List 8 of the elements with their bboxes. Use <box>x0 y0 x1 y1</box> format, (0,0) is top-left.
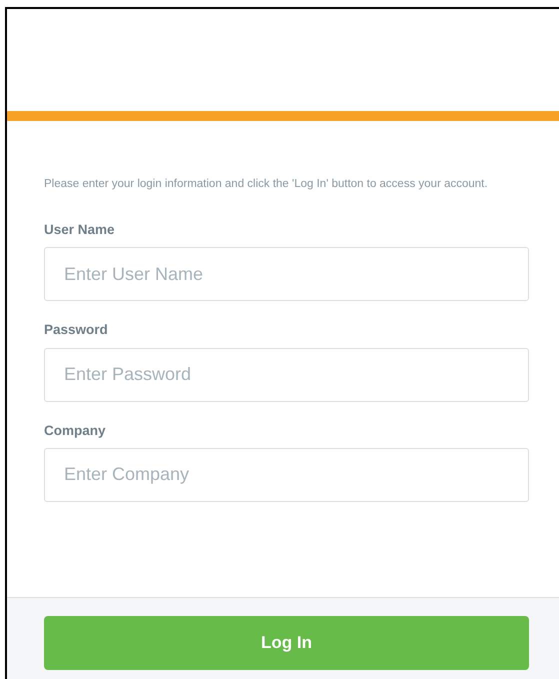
input-field[interactable]: Enter Password <box>44 348 529 402</box>
input-field[interactable]: Enter Company <box>44 448 529 502</box>
field-label: Password <box>44 321 109 340</box>
instructions-text: Please enter your login information and click the 'Log In' button to access your account. <box>44 177 489 192</box>
field-label: User Name <box>44 221 116 239</box>
input-field[interactable]: Enter User Name <box>44 247 529 302</box>
field-label: Company <box>44 422 107 440</box>
login-button[interactable]: Log In <box>44 616 529 670</box>
